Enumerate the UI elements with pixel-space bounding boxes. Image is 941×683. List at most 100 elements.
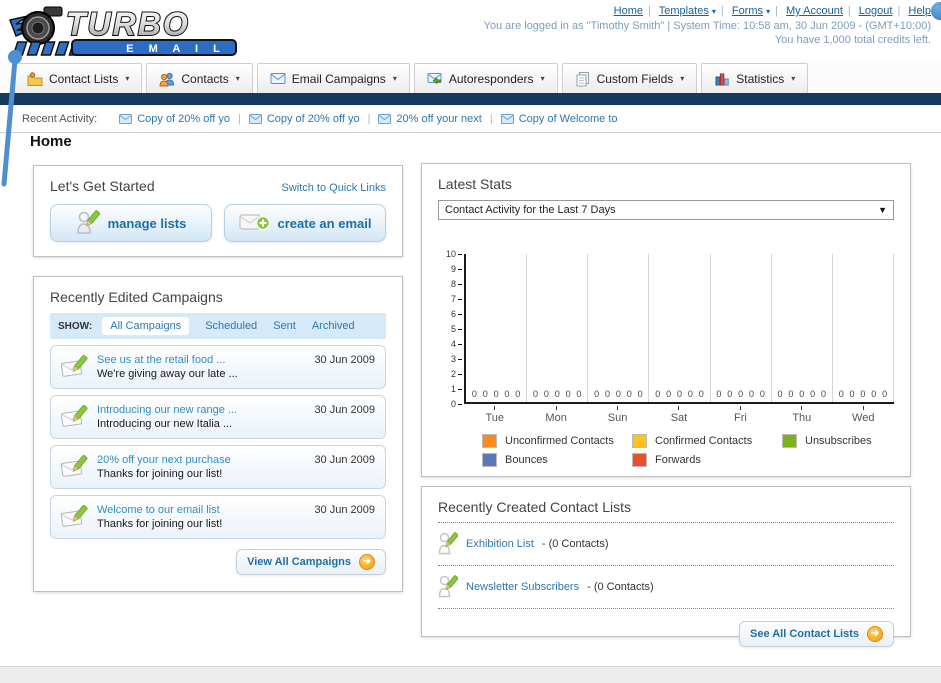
chevron-down-icon: ▾ <box>791 74 796 83</box>
header-link-help[interactable]: Help <box>908 5 931 17</box>
envelope-icon <box>248 113 262 124</box>
chevron-down-icon: ▾ <box>235 74 240 83</box>
chart-plot: 00000000000000000000000000000000000 <box>464 254 894 404</box>
campaign-row[interactable]: Introducing our new range ... Introducin… <box>50 395 386 439</box>
envelope-pencil-icon <box>61 405 88 427</box>
chart-legend: Unconfirmed Contacts Confirmed Contacts Un… <box>482 434 941 472</box>
chart-x-tick-label: Sat <box>648 404 709 424</box>
header-link-home[interactable]: Home <box>614 5 643 17</box>
turbo-logo-graphic: E M A I L TURBO <box>8 5 237 56</box>
chart-x-labels: Tue Mon Sun Sat Fri Thu Wed <box>464 404 894 424</box>
logo-title: TURBO <box>66 6 190 42</box>
envelope-pencil-icon <box>61 505 88 527</box>
people-icon <box>159 71 175 87</box>
contact-list-name-link[interactable]: Newsletter Subscribers <box>466 581 579 593</box>
stats-period-select[interactable]: Contact Activity for the Last 7 Days ▼ <box>438 200 894 220</box>
legend-swatch <box>782 434 797 448</box>
chevron-down-icon: ▾ <box>766 7 771 16</box>
filter-all-campaigns[interactable]: All Campaigns <box>102 317 190 335</box>
legend-swatch <box>482 434 497 448</box>
footer-strip <box>0 666 941 683</box>
campaign-row[interactable]: See us at the retail food ... We're givi… <box>50 345 386 389</box>
nav-divider-bar <box>0 93 941 105</box>
contact-activity-chart: 10 9 8 7 6 5 4 3 2 1 0 000000000000000000000000000… <box>438 249 894 472</box>
recent-activity-link: Copy of Welcome to <box>518 112 618 125</box>
nav-tab-contacts[interactable]: Contacts ▾ <box>146 63 253 93</box>
campaign-date: 30 Jun 2009 <box>314 504 375 516</box>
app-logo[interactable]: E M A I L TURBO <box>8 4 243 58</box>
nav-tab-label: Email Campaigns <box>291 71 386 86</box>
see-all-contact-lists-label: See All Contact Lists <box>749 628 859 640</box>
legend-item: Confirmed Contacts <box>632 434 782 448</box>
chart-x-tick-label: Tue <box>464 404 525 424</box>
contact-list-detail: - (0 Contacts) <box>541 538 609 550</box>
contact-list-name-link[interactable]: Exhibition List <box>466 538 534 550</box>
legend-item: Forwards <box>632 453 782 467</box>
person-pencil-icon <box>438 575 458 598</box>
decorative-blue-dot <box>931 2 941 20</box>
turbo-email-dashboard: E M A I L TURBO Home | Templates ▾ | Forms… <box>0 0 941 683</box>
filter-archived[interactable]: Archived <box>312 320 355 332</box>
envelope-icon <box>270 72 286 85</box>
filter-scheduled[interactable]: Scheduled <box>205 320 257 332</box>
show-label: SHOW: <box>58 320 93 332</box>
chevron-down-icon: ▾ <box>392 74 397 83</box>
separator: | <box>489 112 493 125</box>
nav-tab-autoresponders[interactable]: Autoresponders ▾ <box>413 63 558 93</box>
campaign-subtitle: We're giving away our late ... <box>97 368 238 380</box>
legend-swatch <box>482 453 497 467</box>
recent-activity-link: Copy of 20% off yo <box>137 112 230 125</box>
stats-period-selected-option: Contact Activity for the Last 7 Days <box>445 204 616 216</box>
view-all-campaigns-label: View All Campaigns <box>247 556 351 568</box>
header-link-forms[interactable]: Forms <box>732 5 763 17</box>
see-all-contact-lists-button[interactable]: See All Contact Lists ➔ <box>738 621 894 647</box>
recent-activity-item[interactable]: 20% off your next <box>378 113 482 125</box>
nav-tab-custom-fields[interactable]: Custom Fields ▾ <box>561 63 698 93</box>
recent-activity-label: Recent Activity: <box>22 112 98 125</box>
bar-chart-icon <box>714 72 730 86</box>
header-link-templates[interactable]: Templates <box>659 5 709 17</box>
envelope-pencil-icon <box>61 355 88 377</box>
campaign-date: 30 Jun 2009 <box>314 454 375 466</box>
campaign-title-link[interactable]: Welcome to our email list <box>97 504 222 516</box>
header-link-logout[interactable]: Logout <box>859 5 893 17</box>
view-all-campaigns-button[interactable]: View All Campaigns ➔ <box>236 549 386 575</box>
main-nav: Contact Lists ▾ Contacts ▾ Email Campaig… <box>0 62 941 93</box>
switch-quick-links-link[interactable]: Switch to Quick Links <box>281 182 386 194</box>
create-email-label: create an email <box>277 215 372 231</box>
recent-activity-item[interactable]: Copy of 20% off yo <box>119 113 230 125</box>
contact-list-row[interactable]: Exhibition List - (0 Contacts) <box>438 530 894 558</box>
create-email-button[interactable]: create an email <box>224 204 386 242</box>
nav-tab-label: Autoresponders <box>448 71 534 86</box>
chart-day-group: 00000 <box>588 254 650 402</box>
credits-status: You have 1,000 total credits left. <box>774 34 931 46</box>
nav-tab-email-campaigns[interactable]: Email Campaigns ▾ <box>256 63 410 93</box>
chart-day-group: 00000 <box>772 254 833 402</box>
nav-tab-contact-lists[interactable]: Contact Lists ▾ <box>14 63 143 93</box>
latest-stats-title: Latest Stats <box>438 176 512 192</box>
chart-x-tick-label: Mon <box>525 404 586 424</box>
envelope-icon <box>378 113 392 124</box>
campaign-title-link[interactable]: 20% off your next purchase <box>97 454 231 466</box>
campaign-row[interactable]: 20% off your next purchase Thanks for jo… <box>50 445 386 489</box>
campaign-date: 30 Jun 2009 <box>314 404 375 416</box>
campaign-row[interactable]: Welcome to our email list Thanks for joi… <box>50 495 386 539</box>
legend-swatch <box>632 453 647 467</box>
recent-activity-item[interactable]: Copy of Welcome to <box>500 112 618 125</box>
filter-sent[interactable]: Sent <box>273 320 296 332</box>
recent-activity-item[interactable]: Copy of 20% off yo <box>248 113 360 125</box>
chevron-down-icon: ▼ <box>878 205 887 215</box>
chart-day-group: 00000 <box>466 254 528 402</box>
manage-lists-button[interactable]: manage lists <box>50 204 212 242</box>
get-started-title: Let's Get Started <box>50 178 155 194</box>
campaigns-title: Recently Edited Campaigns <box>50 289 223 305</box>
header-link-my-account[interactable]: My Account <box>786 5 843 17</box>
chart-day-group: 00000 <box>527 254 589 402</box>
campaign-title-link[interactable]: See us at the retail food ... <box>97 354 238 366</box>
campaign-filter-bar: SHOW: All Campaigns Scheduled Sent Archi… <box>50 313 386 339</box>
contact-lists-panel: Recently Created Contact Lists Exhibitio… <box>421 486 911 647</box>
page-title: Home <box>30 133 72 150</box>
contact-list-row[interactable]: Newsletter Subscribers - (0 Contacts) <box>438 573 894 601</box>
nav-tab-statistics[interactable]: Statistics ▾ <box>701 63 809 93</box>
campaign-title-link[interactable]: Introducing our new range ... <box>97 404 237 416</box>
